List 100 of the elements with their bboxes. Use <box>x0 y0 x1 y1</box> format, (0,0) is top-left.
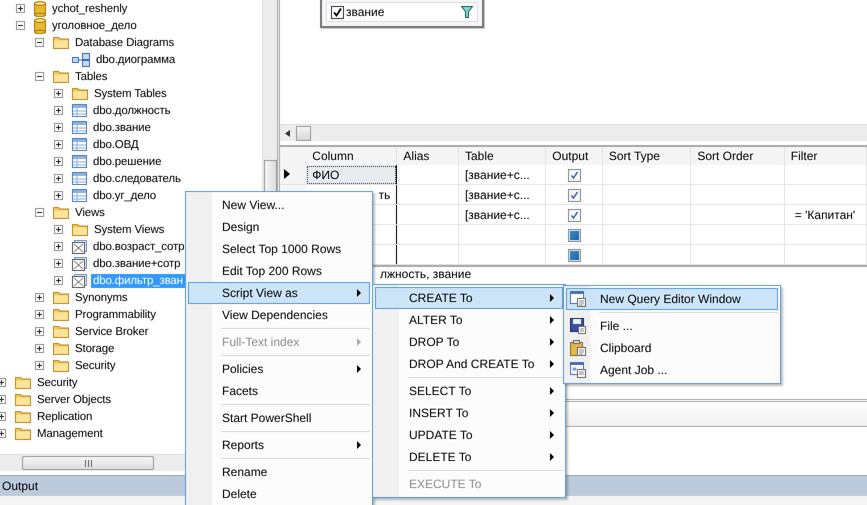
output-checkbox[interactable] <box>568 208 581 222</box>
expand-toggle[interactable] <box>54 225 63 234</box>
horizontal-scrollbar[interactable] <box>280 124 867 141</box>
expand-toggle[interactable] <box>54 89 63 98</box>
expand-toggle[interactable] <box>54 276 63 285</box>
menu-item[interactable]: Agent Job ... <box>566 359 778 381</box>
tree-item[interactable]: Management <box>35 426 105 440</box>
menu-item[interactable]: File ... <box>566 315 778 337</box>
tree-item[interactable]: ychot_reshenly <box>50 2 130 16</box>
tree-item[interactable]: dbo.звание <box>91 120 153 134</box>
menu-item[interactable]: DELETE To <box>375 446 563 468</box>
menu-item[interactable]: Clipboard <box>566 337 778 359</box>
tree-item[interactable]: dbo.уг_дело <box>91 188 158 202</box>
tree-item[interactable]: dbo.следователь <box>91 172 183 186</box>
menu-item[interactable]: Policies <box>188 358 370 380</box>
menu-item[interactable]: ALTER To <box>375 309 563 331</box>
tree-item[interactable]: System Tables <box>92 86 169 100</box>
collapse-toggle[interactable] <box>35 38 44 47</box>
submenu-arrow-icon <box>550 409 554 417</box>
menu-item[interactable]: Select Top 1000 Rows <box>188 238 370 260</box>
expand-toggle[interactable] <box>35 310 44 319</box>
tree-item[interactable]: dbo.звание+сотр <box>91 256 182 270</box>
tree-item[interactable]: Security <box>35 376 80 390</box>
tree-item[interactable]: dbo.решение <box>91 154 164 168</box>
expand-toggle[interactable] <box>54 259 63 268</box>
tree-item[interactable]: Tables <box>73 70 110 84</box>
field-name: звание <box>346 5 386 19</box>
column-header: Alias <box>396 146 458 165</box>
grid-cell[interactable]: ФИО <box>306 165 397 184</box>
tree-item[interactable]: уголовное_дело <box>50 18 139 32</box>
collapse-toggle[interactable] <box>35 72 44 81</box>
tree-item[interactable]: Views <box>73 206 107 220</box>
expand-toggle[interactable] <box>54 140 63 149</box>
menu-item[interactable]: Delete <box>188 483 370 505</box>
panel-title: Output <box>2 479 38 493</box>
menu-item[interactable]: UPDATE To <box>375 424 563 446</box>
scroll-left-icon[interactable] <box>285 130 290 136</box>
submenu-arrow-icon <box>357 289 361 297</box>
expand-toggle[interactable] <box>54 191 63 200</box>
folder-icon <box>72 223 88 236</box>
folder-icon <box>15 410 31 423</box>
collapse-toggle[interactable] <box>35 208 44 217</box>
output-checkbox[interactable] <box>568 188 581 202</box>
expand-toggle[interactable] <box>35 327 44 336</box>
checkbox[interactable] <box>331 6 344 18</box>
folder-icon <box>53 359 69 372</box>
submenu-arrow-icon <box>550 431 554 439</box>
menu-item[interactable]: Start PowerShell <box>188 407 370 429</box>
tree-item[interactable]: Storage <box>73 342 116 356</box>
menu-item[interactable]: View Dependencies <box>188 304 370 326</box>
folder-icon <box>53 291 69 304</box>
output-checkbox[interactable] <box>568 248 581 262</box>
expand-toggle[interactable] <box>35 344 44 353</box>
tree-item[interactable]: Server Objects <box>35 392 113 406</box>
view-icon <box>72 256 87 270</box>
menu-item[interactable]: New Query Editor Window <box>566 288 778 310</box>
tree-item[interactable]: dbo.должность <box>91 104 172 118</box>
table-icon <box>72 189 87 202</box>
tree-item[interactable]: Database Diagrams <box>73 36 176 50</box>
menu-item[interactable]: DROP To <box>375 331 563 353</box>
tree-item[interactable]: Programmability <box>73 308 158 322</box>
menu-item[interactable]: INSERT To <box>375 402 563 424</box>
scroll-thumb[interactable] <box>296 126 311 140</box>
menu-item[interactable]: Edit Top 200 Rows <box>188 260 370 282</box>
expand-toggle[interactable] <box>16 4 25 13</box>
tree-item[interactable]: Synonyms <box>73 290 130 304</box>
tree-item[interactable]: dbo.диограмма <box>94 52 178 66</box>
tree-item[interactable]: Service Broker <box>73 324 150 338</box>
menu-item[interactable]: CREATE To <box>375 287 563 309</box>
tree-item[interactable]: System Views <box>92 222 166 236</box>
row-header[interactable] <box>280 165 306 184</box>
menu-item[interactable]: DROP And CREATE To <box>375 353 563 375</box>
output-checkbox[interactable] <box>568 168 581 182</box>
expand-toggle[interactable] <box>54 174 63 183</box>
menu-item[interactable]: Design <box>188 216 370 238</box>
expand-toggle[interactable] <box>35 293 44 302</box>
expand-toggle[interactable] <box>54 157 63 166</box>
grid-cell: = 'Капитан' <box>794 208 856 222</box>
submenu-arrow-icon <box>550 294 554 302</box>
expand-toggle[interactable] <box>35 361 44 370</box>
grid-cell: [звание+с... <box>464 188 530 202</box>
tree-item[interactable]: dbo.ОВД <box>91 138 140 152</box>
diagram-icon <box>72 52 90 66</box>
menu-item[interactable]: Rename <box>188 461 370 483</box>
tree-item[interactable]: dbo.возраст_сотр <box>91 240 186 254</box>
sql-text: лжность, звание <box>380 267 472 281</box>
menu-item[interactable]: Facets <box>188 380 370 402</box>
tree-item[interactable]: Replication <box>35 410 94 424</box>
expand-toggle[interactable] <box>54 242 63 251</box>
menu-item[interactable]: SELECT To <box>375 380 563 402</box>
menu-item[interactable]: New View... <box>188 194 370 216</box>
collapse-toggle[interactable] <box>16 21 25 30</box>
menu-item[interactable]: Script View as <box>188 282 370 304</box>
expand-toggle[interactable] <box>54 123 63 132</box>
output-checkbox[interactable] <box>568 228 581 242</box>
menu-item[interactable]: Reports <box>188 434 370 456</box>
expand-toggle[interactable] <box>54 106 63 115</box>
table-icon <box>72 155 87 168</box>
tree-item[interactable]: Security <box>73 358 118 372</box>
folder-icon <box>53 342 69 355</box>
